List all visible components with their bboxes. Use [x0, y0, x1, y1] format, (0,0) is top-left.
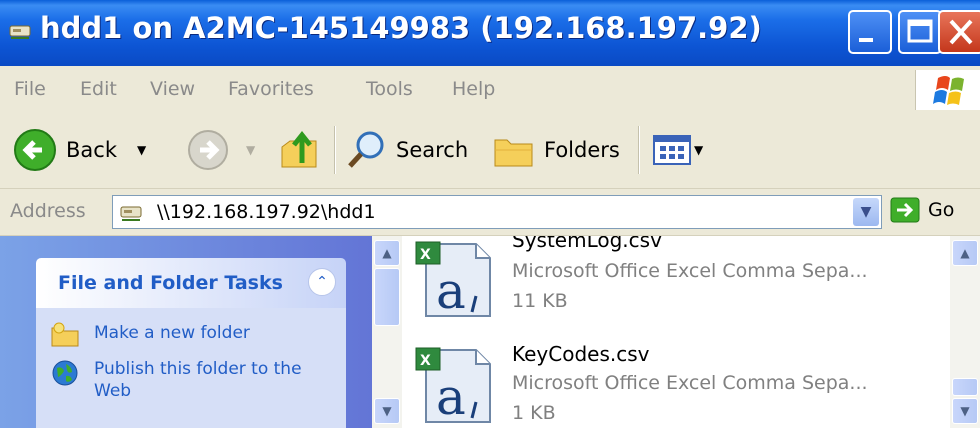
- up-folder-button[interactable]: [278, 126, 320, 174]
- folders-label: Folders: [544, 138, 620, 162]
- window-title: hdd1 on A2MC-145149983 (192.168.197.92): [40, 11, 762, 45]
- back-dropdown-icon[interactable]: ▼: [137, 143, 146, 157]
- folders-icon: [494, 139, 533, 167]
- svg-text:X: X: [420, 247, 431, 263]
- file-size: 1 KB: [512, 402, 556, 424]
- menu-edit[interactable]: Edit: [80, 78, 117, 100]
- maximize-button[interactable]: [898, 10, 942, 54]
- address-input[interactable]: \\192.168.197.92\hdd1 ▼: [112, 195, 882, 229]
- address-label: Address: [10, 200, 86, 222]
- close-button[interactable]: [938, 10, 980, 54]
- views-icon: [653, 135, 691, 165]
- menu-file[interactable]: File: [14, 78, 46, 100]
- menu-bar: File Edit View Favorites Tools Help: [0, 66, 980, 113]
- address-bar: Address \\192.168.197.92\hdd1 ▼ Go: [0, 189, 980, 236]
- scroll-up-icon[interactable]: ▲: [952, 240, 978, 266]
- search-icon: [348, 131, 384, 168]
- folders-button[interactable]: Folders: [492, 126, 620, 174]
- toolbar-separator: [334, 126, 336, 174]
- task-panel-header[interactable]: File and Folder Tasks ⌃: [36, 258, 346, 308]
- network-drive-icon: [9, 25, 31, 39]
- csv-file-icon: X a: [415, 241, 491, 320]
- up-folder-icon: [281, 130, 317, 168]
- file-type: Microsoft Office Excel Comma Sepa...: [512, 260, 868, 282]
- network-drive-icon: [120, 206, 142, 221]
- forward-arrow-icon: [188, 130, 228, 170]
- go-label: Go: [928, 199, 955, 221]
- task-pane: File and Folder Tasks ⌃ Make a new folde…: [0, 236, 372, 428]
- publish-web-icon: [52, 360, 78, 386]
- back-button[interactable]: Back ▼: [12, 126, 146, 174]
- file-name: KeyCodes.csv: [512, 342, 650, 366]
- csv-file-icon: X a: [415, 347, 491, 426]
- task-pane-scrollbar[interactable]: ▲ ▼: [372, 236, 402, 428]
- new-folder-icon: [51, 322, 79, 347]
- task-panel-title: File and Folder Tasks: [58, 272, 283, 294]
- file-list: X a SystemLog.csv Microsoft Office Excel…: [402, 236, 950, 428]
- file-list-scrollbar[interactable]: ▲ ▼: [950, 236, 980, 428]
- scroll-down-icon[interactable]: ▼: [374, 398, 400, 424]
- maximize-icon: [907, 19, 933, 43]
- toolbar-separator: [638, 126, 640, 174]
- menu-favorites[interactable]: Favorites: [228, 78, 314, 100]
- scroll-thumb[interactable]: [952, 378, 978, 396]
- views-dropdown-icon[interactable]: ▼: [694, 143, 703, 157]
- go-arrow-icon: [890, 197, 920, 223]
- menu-view[interactable]: View: [150, 78, 195, 100]
- address-value: \\192.168.197.92\hdd1: [157, 201, 376, 223]
- collapse-chevron-icon[interactable]: ⌃: [308, 268, 336, 296]
- back-arrow-icon: [14, 129, 56, 171]
- file-type: Microsoft Office Excel Comma Sepa...: [512, 372, 868, 394]
- file-item[interactable]: X a KeyCodes.csv Microsoft Office Excel …: [402, 334, 950, 428]
- publish-folder-link[interactable]: Publish this folder to the Web: [94, 358, 324, 402]
- menu-tools[interactable]: Tools: [366, 78, 413, 100]
- scroll-down-icon[interactable]: ▼: [952, 398, 978, 424]
- file-item[interactable]: X a SystemLog.csv Microsoft Office Excel…: [402, 236, 950, 334]
- menu-help[interactable]: Help: [452, 78, 495, 100]
- search-label: Search: [396, 138, 469, 162]
- close-icon: [949, 19, 973, 45]
- task-panel-body: Make a new folder Publish this folder to…: [36, 308, 346, 428]
- scroll-thumb[interactable]: [374, 268, 400, 326]
- make-new-folder-link[interactable]: Make a new folder: [94, 322, 250, 344]
- forward-button[interactable]: ▼: [186, 126, 255, 174]
- search-button[interactable]: Search: [344, 126, 468, 174]
- views-button[interactable]: ▼: [652, 126, 703, 174]
- go-button[interactable]: Go: [890, 197, 954, 223]
- address-dropdown-icon[interactable]: ▼: [853, 198, 879, 226]
- title-bar: hdd1 on A2MC-145149983 (192.168.197.92): [0, 0, 980, 66]
- file-size: 11 KB: [512, 290, 568, 312]
- forward-dropdown-icon[interactable]: ▼: [246, 143, 255, 157]
- file-name: SystemLog.csv: [512, 236, 662, 252]
- svg-text:X: X: [420, 353, 431, 369]
- scroll-up-icon[interactable]: ▲: [374, 240, 400, 266]
- toolbar: Back ▼ ▼ Search Folders ▼: [0, 112, 980, 189]
- back-label: Back: [66, 138, 117, 162]
- minimize-button[interactable]: [848, 10, 892, 54]
- minimize-icon: [859, 38, 873, 42]
- windows-logo-icon: [915, 70, 980, 110]
- svg-text:a: a: [436, 262, 466, 320]
- svg-text:a: a: [436, 368, 466, 426]
